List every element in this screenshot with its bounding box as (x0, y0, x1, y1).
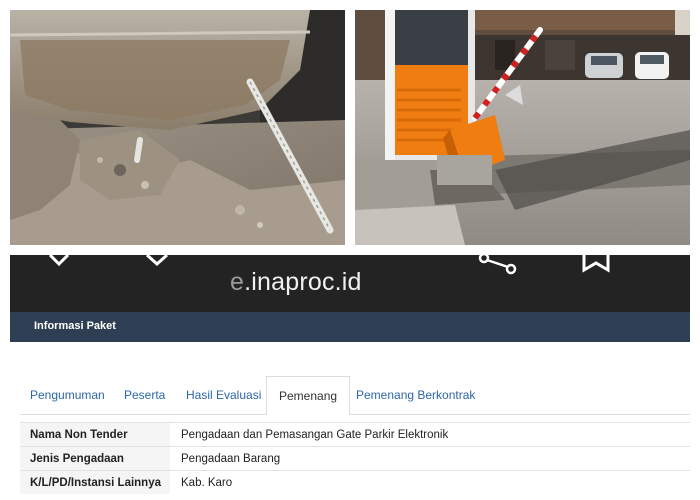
share-icon[interactable] (478, 255, 518, 277)
broken-concrete-image (10, 10, 345, 245)
procurement-screenshot: e.inaproc.id Informasi Paket Pengumuman … (10, 255, 690, 500)
close-icon[interactable] (44, 255, 74, 271)
photo-parking-gate (355, 10, 690, 245)
tab-pengumuman[interactable]: Pengumuman (30, 376, 105, 414)
panel-header: Informasi Paket (10, 312, 690, 342)
site-domain-prefix: e (230, 268, 245, 296)
row-value: Kab. Karo (170, 470, 690, 494)
package-info-table: Nama Non Tender Pengadaan dan Pemasangan… (20, 422, 690, 494)
tab-pemenang-berkontrak[interactable]: Pemenang Berkontrak (356, 376, 475, 414)
row-value: Pengadaan Barang (170, 446, 690, 471)
tab-peserta[interactable]: Peserta (124, 376, 165, 414)
table-row: Jenis Pengadaan Pengadaan Barang (20, 446, 690, 471)
row-label: Nama Non Tender (20, 422, 170, 447)
tab-pemenang[interactable]: Pemenang (266, 376, 351, 415)
panel-title: Informasi Paket (34, 320, 116, 332)
tab-hasil-evaluasi[interactable]: Hasil Evaluasi (186, 376, 261, 414)
table-row: Nama Non Tender Pengadaan dan Pemasangan… (20, 422, 690, 447)
browser-app-bar: e.inaproc.id (10, 255, 690, 312)
row-label: Jenis Pengadaan (20, 446, 170, 471)
site-domain[interactable]: e.inaproc.id (230, 268, 362, 297)
parking-gate-image (355, 10, 690, 245)
row-value: Pengadaan dan Pemasangan Gate Parkir Ele… (170, 422, 690, 447)
photo-broken-concrete (10, 10, 345, 245)
bookmark-icon[interactable] (581, 255, 611, 273)
chevron-down-icon[interactable] (144, 255, 170, 267)
tab-bar: Pengumuman Peserta Hasil Evaluasi Pemena… (20, 376, 690, 415)
table-row: K/L/PD/Instansi Lainnya Kab. Karo (20, 470, 690, 494)
row-label: K/L/PD/Instansi Lainnya (20, 470, 170, 494)
site-domain-rest: .inaproc.id (244, 268, 362, 296)
